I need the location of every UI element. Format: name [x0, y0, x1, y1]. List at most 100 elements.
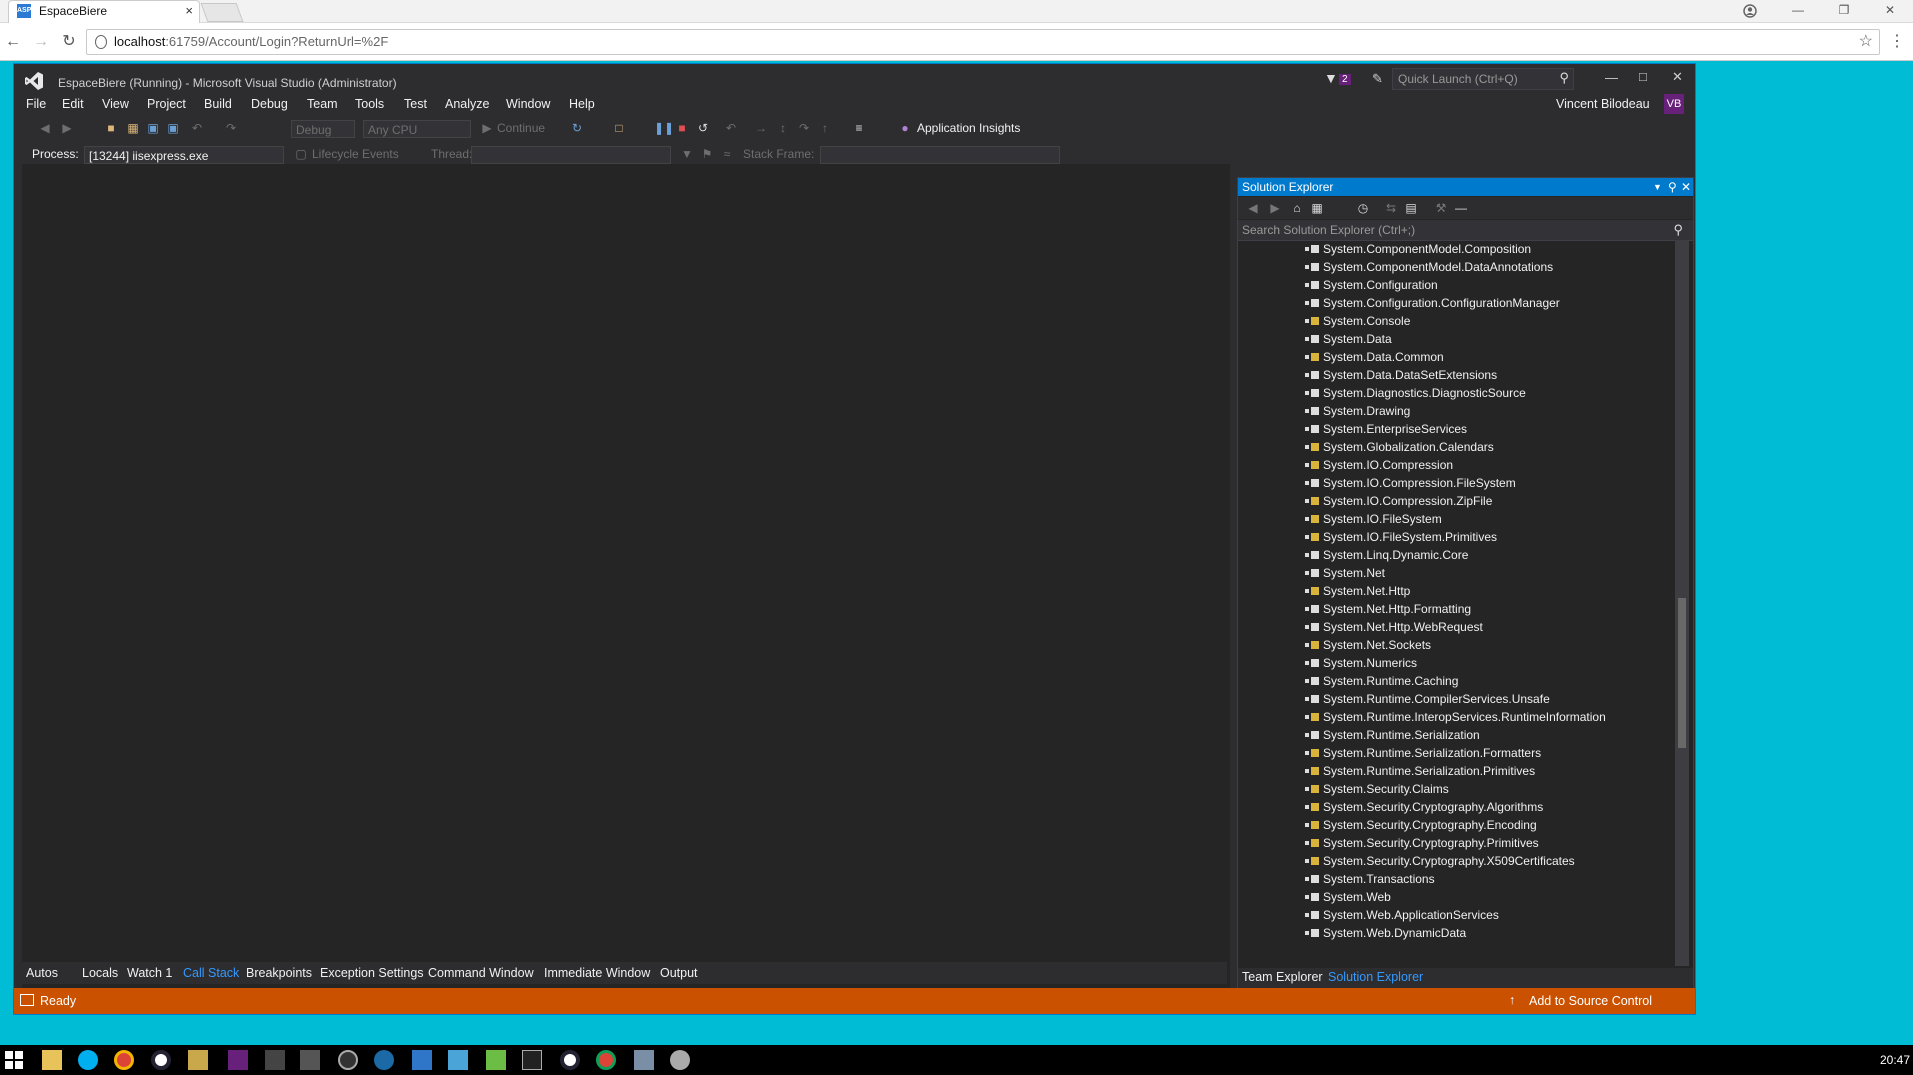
- refresh-icon[interactable]: ↻: [570, 121, 584, 135]
- reload-icon[interactable]: ↻: [58, 31, 80, 53]
- stack-frame-select[interactable]: [820, 146, 1060, 164]
- bookmark-star-icon[interactable]: ☆: [1859, 30, 1873, 54]
- menu-window[interactable]: Window: [506, 97, 550, 111]
- save-all-icon[interactable]: ▣: [166, 121, 180, 135]
- hex-display-icon[interactable]: ≡: [852, 121, 866, 135]
- app-icon-8[interactable]: [486, 1050, 506, 1070]
- continue-label[interactable]: Continue: [497, 121, 545, 135]
- nav-forward-icon[interactable]: ▶: [60, 121, 74, 135]
- tab-output[interactable]: Output: [660, 966, 698, 980]
- show-next-statement-icon[interactable]: ↶: [724, 121, 738, 135]
- application-insights-button[interactable]: Application Insights: [917, 121, 1020, 135]
- user-name[interactable]: Vincent Bilodeau: [1556, 97, 1650, 111]
- chrome-icon[interactable]: [114, 1050, 134, 1070]
- notifications-icon[interactable]: ▼: [1324, 70, 1338, 86]
- chrome-menu-icon[interactable]: ⋮: [1886, 31, 1908, 53]
- app-icon-4[interactable]: [300, 1050, 320, 1070]
- app-icon-1[interactable]: [151, 1050, 171, 1070]
- nav-back-icon[interactable]: ◀: [38, 121, 52, 135]
- pause-icon[interactable]: ❚❚: [654, 121, 674, 135]
- tab-autos[interactable]: Autos: [26, 966, 58, 980]
- filter-icon[interactable]: ▼: [680, 147, 694, 161]
- menu-edit[interactable]: Edit: [62, 97, 84, 111]
- file-explorer-icon[interactable]: [42, 1050, 62, 1070]
- undo-icon[interactable]: ↶: [190, 121, 204, 135]
- tab-solution-explorer[interactable]: Solution Explorer: [1328, 970, 1423, 984]
- menu-debug[interactable]: Debug: [251, 97, 288, 111]
- feedback-icon[interactable]: ✎: [1372, 71, 1383, 87]
- new-tab-button[interactable]: [200, 3, 244, 22]
- redo-icon[interactable]: ↷: [224, 121, 238, 135]
- split-stacks-icon[interactable]: ≈: [720, 147, 734, 161]
- menu-team[interactable]: Team: [307, 97, 338, 111]
- cmd-icon[interactable]: [522, 1050, 542, 1070]
- app-icon-2[interactable]: [188, 1050, 208, 1070]
- app-icon-11[interactable]: [670, 1050, 690, 1070]
- steam-icon[interactable]: [374, 1050, 394, 1070]
- app-icon-10[interactable]: [634, 1050, 654, 1070]
- thread-select[interactable]: [471, 146, 671, 164]
- new-project-icon[interactable]: ■: [104, 121, 118, 135]
- vs-maximize-icon[interactable]: □: [1639, 69, 1647, 84]
- app-icon-7[interactable]: [448, 1050, 468, 1070]
- tab-exception-settings[interactable]: Exception Settings: [320, 966, 424, 980]
- chrome-icon-2[interactable]: [596, 1050, 616, 1070]
- collapse-all-icon[interactable]: ▤: [1404, 201, 1418, 215]
- app-icon-5[interactable]: [338, 1050, 358, 1070]
- step-over-icon[interactable]: ↕: [776, 121, 790, 135]
- windows-start-icon[interactable]: [4, 1050, 24, 1070]
- open-file-icon[interactable]: ▦: [126, 121, 140, 135]
- menu-build[interactable]: Build: [204, 97, 232, 111]
- quick-launch-input[interactable]: Quick Launch (Ctrl+Q) ⚲: [1392, 68, 1574, 90]
- continue-icon[interactable]: ▶: [480, 121, 494, 135]
- skype-icon[interactable]: [78, 1050, 98, 1070]
- tab-command-window[interactable]: Command Window: [428, 966, 534, 980]
- tab-team-explorer[interactable]: Team Explorer: [1242, 970, 1323, 984]
- info-icon[interactable]: [95, 35, 107, 49]
- browser-link-icon[interactable]: □: [612, 121, 626, 135]
- step-icon[interactable]: ↑: [818, 121, 832, 135]
- solution-explorer-search-input[interactable]: Search Solution Explorer (Ctrl+;) ⚲: [1238, 220, 1693, 241]
- browser-tab[interactable]: ASP EspaceBiere ×: [8, 0, 200, 23]
- preview-icon[interactable]: —: [1454, 201, 1468, 215]
- panel-menu-icon[interactable]: ▼: [1653, 178, 1662, 196]
- forward-icon[interactable]: →: [30, 31, 52, 53]
- profile-icon[interactable]: [1728, 0, 1772, 22]
- menu-tools[interactable]: Tools: [355, 97, 384, 111]
- tab-watch-1[interactable]: Watch 1: [127, 966, 172, 980]
- home-icon[interactable]: ⌂: [1290, 201, 1304, 215]
- step-out-icon[interactable]: ↷: [797, 121, 811, 135]
- menu-analyze[interactable]: Analyze: [445, 97, 489, 111]
- user-avatar[interactable]: VB: [1664, 94, 1684, 114]
- tab-locals[interactable]: Locals: [82, 966, 118, 980]
- pin-icon[interactable]: ⚲: [1668, 178, 1677, 196]
- back-icon[interactable]: ←: [2, 31, 24, 53]
- application-insights-icon[interactable]: ●: [898, 121, 912, 135]
- solution-platform-select[interactable]: Any CPU: [363, 120, 471, 138]
- menu-help[interactable]: Help: [569, 97, 595, 111]
- lifecycle-events-icon[interactable]: ▢: [294, 147, 308, 161]
- sync-icon[interactable]: ⇆: [1384, 201, 1398, 215]
- visual-studio-taskbar-icon[interactable]: [228, 1050, 248, 1070]
- restore-icon[interactable]: ❐: [1822, 0, 1866, 22]
- properties-icon[interactable]: ⚒: [1434, 201, 1448, 215]
- pending-changes-filter-icon[interactable]: ◷: [1356, 201, 1370, 215]
- tab-call-stack[interactable]: Call Stack: [183, 966, 239, 980]
- app-icon-9[interactable]: [560, 1050, 580, 1070]
- lifecycle-events-button[interactable]: Lifecycle Events: [312, 147, 399, 161]
- url-input[interactable]: localhost:61759/Account/Login?ReturnUrl=…: [86, 29, 1880, 55]
- step-into-icon[interactable]: →: [754, 121, 768, 135]
- vs-minimize-icon[interactable]: —: [1605, 70, 1618, 85]
- app-icon-6[interactable]: [412, 1050, 432, 1070]
- stop-icon[interactable]: ■: [675, 121, 689, 135]
- se-forward-icon[interactable]: ▶: [1268, 201, 1282, 215]
- close-window-icon[interactable]: ✕: [1868, 0, 1912, 22]
- menu-test[interactable]: Test: [404, 97, 427, 111]
- minimize-icon[interactable]: —: [1776, 0, 1820, 22]
- vs-close-icon[interactable]: ✕: [1672, 69, 1683, 85]
- save-icon[interactable]: ▣: [146, 121, 160, 135]
- flag-threads-icon[interactable]: ⚑: [700, 147, 714, 161]
- menu-view[interactable]: View: [102, 97, 129, 111]
- se-scrollbar-thumb[interactable]: [1678, 598, 1686, 748]
- app-icon-3[interactable]: [265, 1050, 285, 1070]
